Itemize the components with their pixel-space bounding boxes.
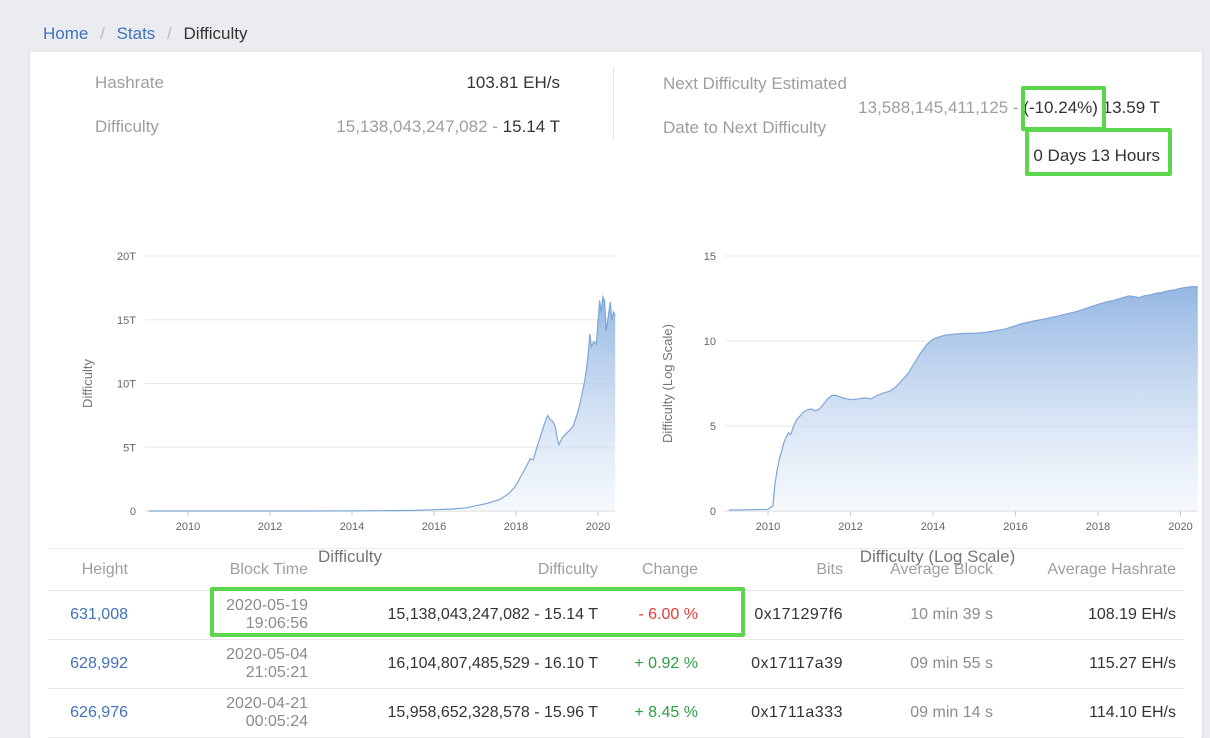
difficulty-value-short: 15.14 T [503,117,560,136]
bits-cell: 0x1711a333 [698,689,843,738]
next-difficulty-change: (-10.24%) [1023,98,1098,117]
svg-text:2012: 2012 [258,521,282,533]
date-next-difficulty-label: Date to Next Difficulty [663,118,826,138]
block-height-link[interactable]: 626,976 [48,689,128,738]
block-height-link[interactable]: 631,008 [48,591,128,640]
col-header-average-hashrate: Average Hashrate [993,549,1184,591]
breadcrumb-current-page: Difficulty [184,24,248,43]
svg-text:0: 0 [710,506,716,518]
change-cell: + 0.92 % [598,640,698,689]
average-block-cell: 10 min 39 s [843,591,993,640]
difficulty-cell: 15,138,043,247,082 - 15.14 T [308,591,598,640]
svg-text:15T: 15T [117,315,136,327]
svg-text:2010: 2010 [176,521,200,533]
block-time-cell: 2020-05-0421:05:21 [128,640,308,689]
col-header-difficulty: Difficulty [308,549,598,591]
table-header-row: Height Block Time Difficulty Change Bits… [48,549,1184,591]
svg-text:2018: 2018 [504,521,528,533]
svg-text:2010: 2010 [756,521,780,533]
svg-text:2016: 2016 [422,521,446,533]
average-hashrate-cell: 114.10 EH/s [993,689,1184,738]
breadcrumb: Home / Stats / Difficulty [43,24,247,44]
average-block-cell: 09 min 14 s [843,689,993,738]
breadcrumb-home-link[interactable]: Home [43,24,88,43]
change-cell: - 6.00 % [598,591,698,640]
col-header-block-time: Block Time [128,549,308,591]
col-header-average-block: Average Block [843,549,993,591]
svg-text:15: 15 [704,251,716,263]
stats-card: Hashrate 103.81 EH/s Difficulty 15,138,0… [30,52,1202,738]
y-axis-title: Difficulty (Log Scale) [660,324,675,443]
breadcrumb-stats-link[interactable]: Stats [117,24,156,43]
chart-area-fill [149,297,615,511]
block-time-cell: 2020-04-2100:05:24 [128,689,308,738]
col-header-change: Change [598,549,698,591]
table-row: 628,9922020-05-0421:05:2116,104,807,485,… [48,640,1184,689]
svg-text:5: 5 [710,421,716,433]
svg-text:2020: 2020 [1168,521,1192,533]
difficulty-value: 15,138,043,247,082 - 15.14 T [170,117,560,137]
col-header-bits: Bits [698,549,843,591]
date-next-difficulty-value: 0 Days 13 Hours [663,146,1160,166]
svg-text:2020: 2020 [586,521,610,533]
next-difficulty-short: 13.59 T [1098,98,1160,117]
svg-text:2016: 2016 [1003,521,1027,533]
col-header-height: Height [48,549,128,591]
average-hashrate-cell: 108.19 EH/s [993,591,1184,640]
difficulty-value-number: 15,138,043,247,082 - [336,117,502,136]
table-row: 626,9762020-04-2100:05:2415,958,652,328,… [48,689,1184,738]
bits-cell: 0x171297f6 [698,591,843,640]
difficulty-linear-chart[interactable]: 0 5T 10T 15T 20T 2010 2012 2014 2016 2018 2020 Diff… [70,244,630,544]
block-time-cell: 2020-05-1919:06:56 [128,591,308,640]
svg-text:2014: 2014 [340,521,364,533]
svg-text:20T: 20T [117,251,136,263]
difficulty-table: Height Block Time Difficulty Change Bits… [48,548,1184,738]
change-cell: + 8.45 % [598,689,698,738]
svg-text:2018: 2018 [1086,521,1110,533]
average-block-cell: 09 min 55 s [843,640,993,689]
svg-text:10: 10 [704,336,716,348]
table-row: 631,0082020-05-1919:06:5615,138,043,247,… [48,591,1184,640]
difficulty-label: Difficulty [95,117,159,137]
svg-text:0: 0 [130,506,136,518]
chart-area-fill [729,287,1198,511]
next-difficulty-label: Next Difficulty Estimated [663,74,847,94]
block-height-link[interactable]: 628,992 [48,640,128,689]
next-difficulty-value: 13,588,145,411,125 - (-10.24%) 13.59 T [663,98,1160,118]
svg-text:5T: 5T [123,442,136,454]
breadcrumb-separator: / [160,24,179,43]
bits-cell: 0x17117a39 [698,640,843,689]
svg-text:10T: 10T [117,379,136,391]
svg-text:2014: 2014 [921,521,945,533]
stats-divider [613,66,614,139]
hashrate-label: Hashrate [95,73,164,93]
next-difficulty-number: 13,588,145,411,125 - [858,98,1023,117]
hashrate-value: 103.81 EH/s [230,73,560,93]
difficulty-cell: 16,104,807,485,529 - 16.10 T [308,640,598,689]
difficulty-cell: 15,958,652,328,578 - 15.96 T [308,689,598,738]
breadcrumb-separator: / [93,24,112,43]
y-axis-title: Difficulty [80,359,95,408]
average-hashrate-cell: 115.27 EH/s [993,640,1184,689]
svg-text:2012: 2012 [838,521,862,533]
difficulty-log-chart[interactable]: 0 5 10 15 2010 2012 2014 2016 2018 2020 Difficulty… [650,244,1210,544]
